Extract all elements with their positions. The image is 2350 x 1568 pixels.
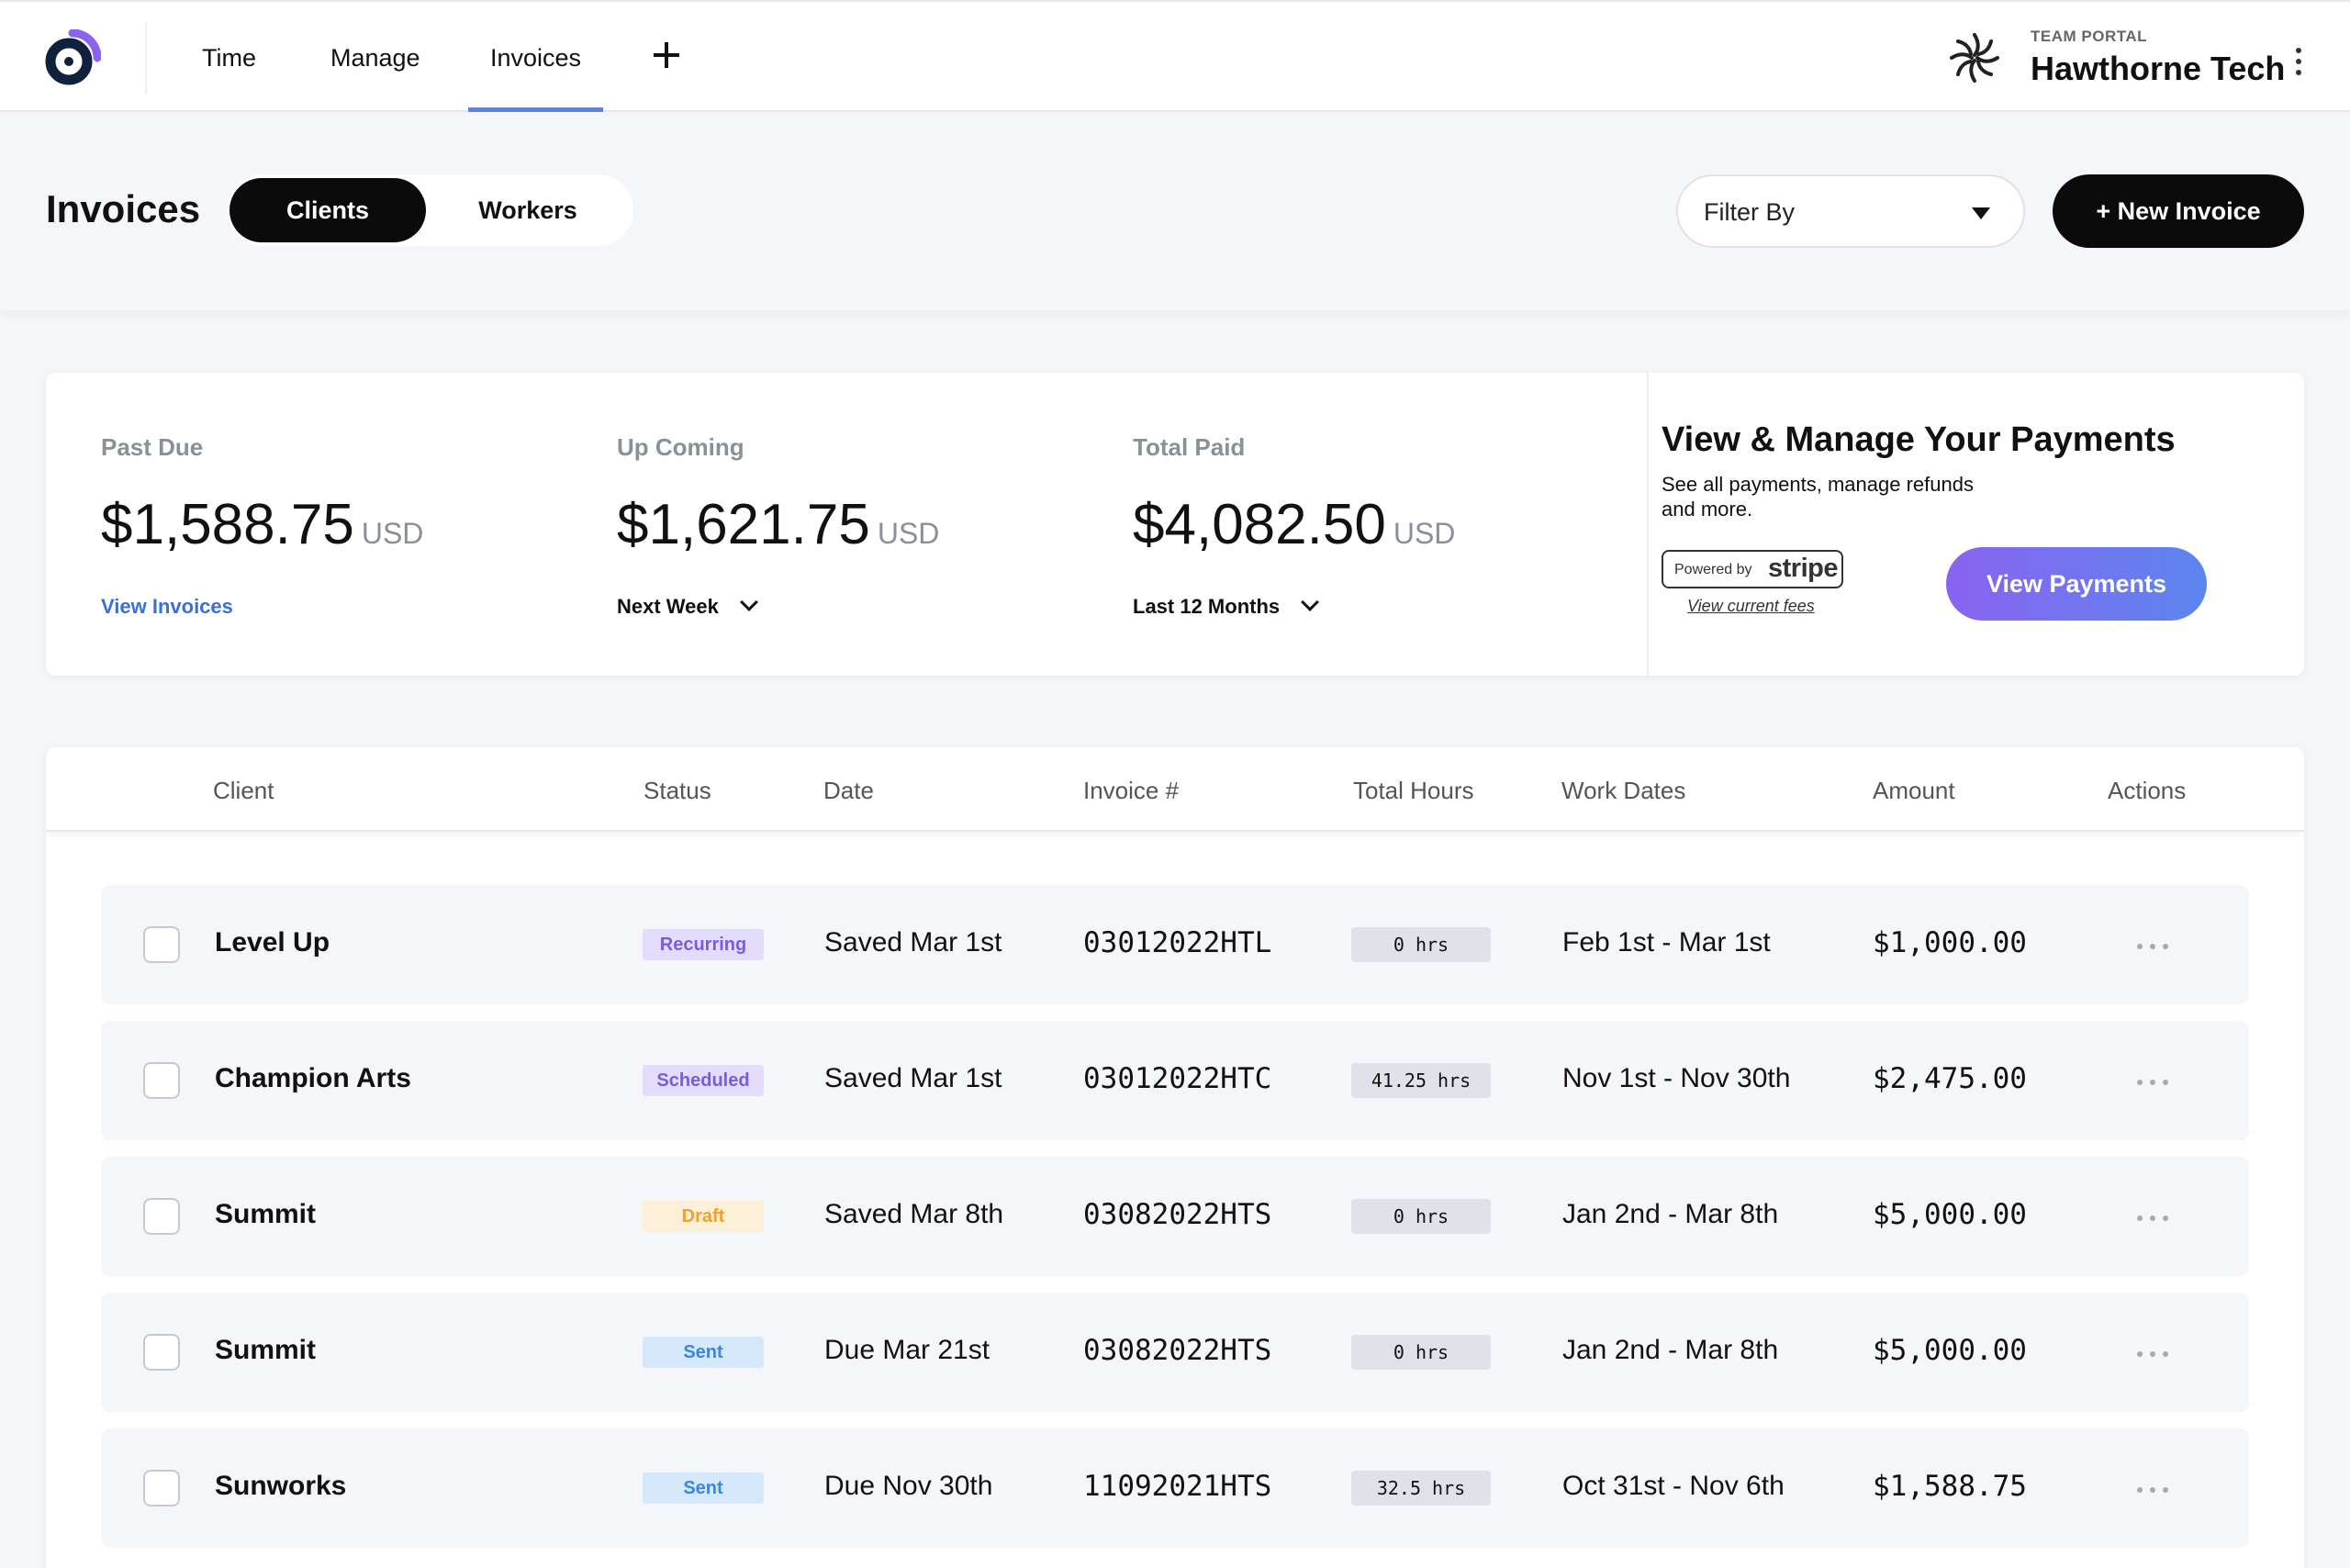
col-amount[interactable]: Amount: [1873, 777, 1955, 805]
status-badge: Scheduled: [643, 1065, 764, 1096]
col-status[interactable]: Status: [643, 777, 711, 805]
filter-dropdown[interactable]: Filter By: [1676, 174, 2025, 248]
filter-label: Filter By: [1704, 198, 1796, 226]
row-date: Due Nov 30th: [824, 1471, 993, 1501]
row-invoice-number: 03082022HTS: [1083, 1198, 1272, 1231]
view-invoices-link[interactable]: View Invoices: [101, 595, 233, 619]
team-portal-label: TEAM PORTAL: [2031, 28, 2148, 45]
team-logo-icon: [1950, 33, 1999, 83]
stripe-logo: stripe: [1768, 554, 1838, 583]
col-invoice[interactable]: Invoice #: [1083, 777, 1179, 805]
row-client[interactable]: Sunworks: [215, 1471, 346, 1502]
row-checkbox[interactable]: [143, 1334, 180, 1371]
col-client[interactable]: Client: [213, 777, 274, 805]
row-actions-more-icon[interactable]: [2137, 1215, 2168, 1221]
table-row[interactable]: Sunworks Sent Due Nov 30th 11092021HTS 32.5 …: [101, 1428, 2249, 1548]
row-invoice-number: 11092021HTS: [1083, 1470, 1272, 1503]
past-due-label: Past Due: [101, 433, 204, 461]
table-row[interactable]: Level Up Recurring Saved Mar 1st 03012022HT…: [101, 885, 2249, 1004]
segment-clients[interactable]: Clients: [229, 178, 426, 242]
row-client[interactable]: Summit: [215, 1335, 316, 1366]
row-date: Saved Mar 8th: [824, 1199, 1004, 1229]
row-invoice-number: 03012022HTC: [1083, 1062, 1272, 1095]
total-paid-amount: $4,082.50 USD: [1133, 493, 1456, 556]
nav-tab-time[interactable]: Time: [202, 2, 256, 112]
row-amount: $1,000.00: [1873, 926, 2027, 959]
row-client[interactable]: Summit: [215, 1199, 316, 1230]
invoices-table: Client Status Date Invoice # Total Hours…: [46, 747, 2304, 1568]
nav-tab-invoices[interactable]: Invoices: [467, 2, 604, 112]
payments-description: See all payments, manage refunds and mor…: [1662, 473, 1974, 521]
table-row[interactable]: Summit Draft Saved Mar 8th 03082022HTS 0 hrs…: [101, 1157, 2249, 1276]
row-amount: $5,000.00: [1873, 1334, 2027, 1367]
clients-workers-toggle: Clients Workers: [228, 174, 633, 246]
row-actions-more-icon[interactable]: [2137, 1351, 2168, 1357]
top-nav: Time Manage Invoices TEAM PORTAL Hawthor…: [0, 0, 2350, 112]
table-row[interactable]: Champion Arts Scheduled Saved Mar 1st 03012…: [101, 1021, 2249, 1140]
row-work-dates: Nov 1st - Nov 30th: [1562, 1063, 1791, 1093]
team-name[interactable]: Hawthorne Tech: [2031, 50, 2285, 88]
total-paid-range-dropdown[interactable]: Last 12 Months: [1133, 593, 1320, 619]
summary-divider: [1647, 373, 1649, 676]
row-invoice-number: 03082022HTS: [1083, 1334, 1272, 1367]
row-amount: $1,588.75: [1873, 1470, 2027, 1503]
col-date[interactable]: Date: [823, 777, 874, 805]
caret-down-icon: [1972, 207, 1990, 219]
upcoming-range-dropdown[interactable]: Next Week: [617, 593, 758, 619]
add-tab-icon[interactable]: [654, 42, 679, 68]
row-actions-more-icon[interactable]: [2137, 944, 2168, 949]
row-actions-more-icon[interactable]: [2137, 1487, 2168, 1493]
col-actions: Actions: [2108, 777, 2187, 804]
row-checkbox[interactable]: [143, 1470, 180, 1506]
view-payments-button[interactable]: View Payments: [1946, 547, 2207, 621]
table-row[interactable]: Summit Sent Due Mar 21st 03082022HTS 0 hrs Ja…: [101, 1293, 2249, 1412]
row-total-hours: 0 hrs: [1351, 927, 1491, 962]
page-title: Invoices: [46, 187, 201, 230]
chevron-down-icon: [1301, 593, 1320, 611]
status-badge: Sent: [643, 1473, 764, 1504]
app-logo-icon[interactable]: [44, 29, 101, 86]
row-work-dates: Feb 1st - Mar 1st: [1562, 927, 1771, 958]
nav-tab-manage[interactable]: Manage: [330, 2, 420, 112]
row-amount: $5,000.00: [1873, 1198, 2027, 1231]
row-total-hours: 0 hrs: [1351, 1335, 1491, 1370]
row-checkbox[interactable]: [143, 926, 180, 963]
row-date: Due Mar 21st: [824, 1335, 990, 1365]
row-client[interactable]: Level Up: [215, 927, 330, 958]
row-total-hours: 32.5 hrs: [1351, 1471, 1491, 1506]
summary-card: Past Due $1,588.75 USD View Invoices Up C…: [46, 373, 2304, 676]
row-amount: $2,475.00: [1873, 1062, 2027, 1095]
upcoming-label: Up Coming: [617, 433, 744, 461]
col-total-hours[interactable]: Total Hours: [1353, 777, 1474, 805]
row-total-hours: 0 hrs: [1351, 1199, 1491, 1234]
chevron-down-icon: [739, 593, 758, 611]
status-badge: Sent: [643, 1337, 764, 1368]
row-work-dates: Jan 2nd - Mar 8th: [1562, 1199, 1779, 1229]
row-date: Saved Mar 1st: [824, 927, 1002, 958]
view-current-fees-link[interactable]: View current fees: [1687, 597, 1815, 616]
row-client[interactable]: Champion Arts: [215, 1063, 411, 1094]
new-invoice-button[interactable]: + New Invoice: [2053, 174, 2304, 248]
row-actions-more-icon[interactable]: [2137, 1080, 2168, 1085]
row-work-dates: Oct 31st - Nov 6th: [1562, 1471, 1785, 1501]
row-date: Saved Mar 1st: [824, 1063, 1002, 1093]
col-work-dates[interactable]: Work Dates: [1561, 777, 1685, 805]
payments-title: View & Manage Your Payments: [1662, 420, 2176, 459]
status-badge: Recurring: [643, 929, 764, 960]
status-badge: Draft: [643, 1201, 764, 1232]
nav-divider: [145, 22, 147, 94]
powered-by-text: Powered by: [1674, 562, 1752, 577]
row-invoice-number: 03012022HTL: [1083, 926, 1272, 959]
powered-by-stripe-badge: Powered by stripe: [1662, 550, 1843, 588]
row-checkbox[interactable]: [143, 1062, 180, 1099]
row-work-dates: Jan 2nd - Mar 8th: [1562, 1335, 1779, 1365]
table-header: Client Status Date Invoice # Total Hours…: [46, 747, 2304, 832]
kebab-menu-icon[interactable]: [2291, 48, 2304, 75]
total-paid-label: Total Paid: [1133, 433, 1246, 461]
row-checkbox[interactable]: [143, 1198, 180, 1235]
row-total-hours: 41.25 hrs: [1351, 1063, 1491, 1098]
upcoming-amount: $1,621.75 USD: [617, 493, 940, 556]
segment-workers[interactable]: Workers: [426, 178, 630, 242]
past-due-amount: $1,588.75 USD: [101, 493, 424, 556]
